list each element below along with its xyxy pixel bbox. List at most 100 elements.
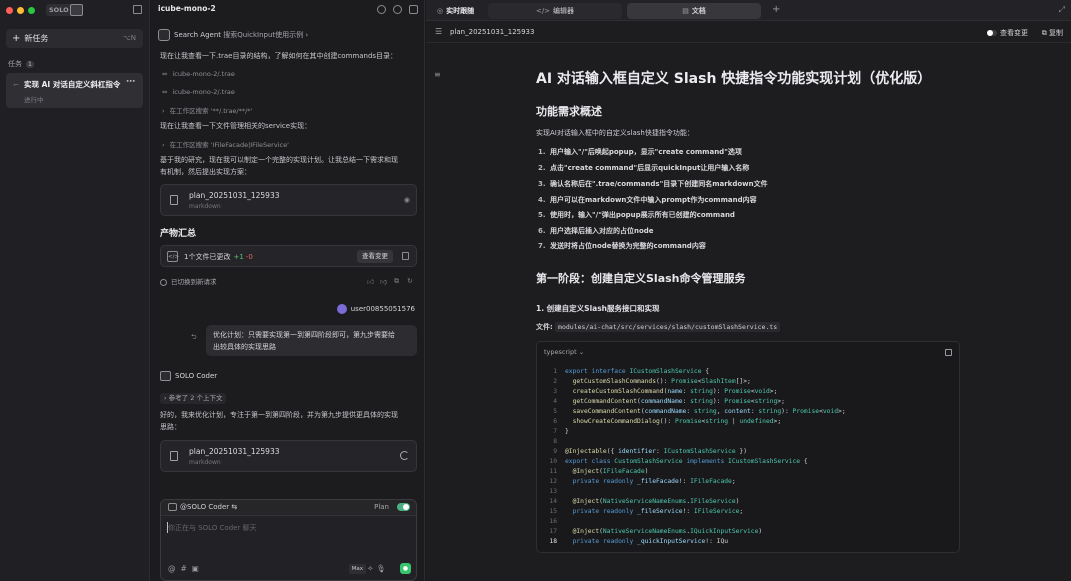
tool-step-text: icube-mono-2/.trae [172, 88, 235, 96]
list-item: 3. 确认名称后在".trae/commands"目录下创建同名markdown文… [538, 179, 768, 189]
tab-live-follow[interactable]: ◎ 实时跟随 [429, 3, 484, 19]
new-task-shortcut: ⌥N [122, 34, 136, 42]
file-label: 文件: [536, 323, 553, 331]
code-text: getCustomSlashCommands(): Promise<SlashI… [565, 378, 751, 385]
chat-input[interactable]: 你正在与 SOLO Coder 聊天 [168, 523, 257, 533]
toggle-sidebar-icon[interactable] [133, 5, 142, 14]
thumbs-down-icon[interactable]: 👎︎ [380, 277, 387, 286]
tool-step[interactable]: › 在工作区搜索 'IFileFacade|IFileService' [162, 139, 289, 149]
copy-doc-label: 复制 [1049, 29, 1063, 37]
plan-mode-toggle[interactable] [397, 503, 410, 511]
add-tab-icon[interactable]: + [772, 4, 780, 15]
max-mode-badge[interactable]: Max [348, 564, 366, 574]
solo-mode-icon[interactable] [70, 4, 83, 16]
thumbs-up-icon[interactable]: 👍︎ [367, 277, 374, 286]
changes-summary: </> 1个文件已更改 +1 -0 查看变更 [160, 245, 417, 267]
switched-text: 已切换到新请求 [171, 278, 217, 286]
eye-icon[interactable]: ◉ [404, 196, 410, 204]
list-number: 7. [538, 242, 546, 250]
request-switched-note: 已切换到新请求 [160, 276, 217, 286]
tab-document[interactable]: ▤ 文档 [627, 3, 761, 19]
menu-icon[interactable]: ☰ [435, 27, 442, 36]
copy-doc-button[interactable]: ⧉ 复制 [1042, 28, 1063, 38]
file-path: modules/ai-chat/src/services/slash/custo… [555, 322, 781, 332]
more-options-icon[interactable]: ⋯ [126, 77, 135, 87]
line-number: 7 [553, 428, 557, 435]
share-icon[interactable] [377, 5, 386, 14]
plan-file-card[interactable]: plan_20251031_125933 markdown ◉ [160, 184, 417, 216]
history-icon[interactable] [409, 5, 418, 14]
line-number: 11 [549, 468, 557, 475]
list-item-text: 用户可以在markdown文件中输入prompt作为command内容 [550, 196, 757, 204]
language-selector[interactable]: typescript ⌄ [544, 348, 584, 356]
task-item[interactable]: ⌐ 实现 AI 对话自定义斜杠指令 进行中 ⋯ [6, 73, 143, 108]
line-number: 9 [553, 448, 557, 455]
tool-step[interactable]: › 在工作区搜索 '**/.trae/**/*' [162, 105, 252, 115]
agent-icon [168, 503, 177, 511]
copy-code-icon[interactable] [945, 349, 952, 356]
changes-count: 1个文件已更改 [184, 253, 231, 261]
context-reference[interactable]: › 参考了 2 个上下文 [160, 393, 227, 404]
view-changes-button[interactable]: 查看变更 [357, 250, 393, 263]
image-icon[interactable]: ▣ [192, 564, 204, 573]
solo-coder-avatar [160, 371, 171, 381]
undo-icon[interactable]: ⮌ [191, 333, 197, 344]
hashtag-icon[interactable]: # [181, 564, 192, 573]
line-number: 5 [553, 408, 557, 415]
agent-selector[interactable]: @SOLO Coder ⇆ [168, 503, 237, 511]
list-item-text: 确认名称后在".trae/commands"目录下创建同名markdown文件 [550, 180, 768, 188]
line-number: 13 [549, 488, 557, 495]
tab-editor[interactable]: </> 编辑器 [488, 3, 622, 19]
code-text: private readonly _quickInputService!: IQ… [565, 538, 729, 545]
plus-icon: + [12, 33, 21, 44]
minimize-window-button[interactable] [17, 7, 24, 14]
close-window-button[interactable] [6, 7, 13, 14]
deletions-count: -0 [245, 253, 253, 261]
tab-label: 实时跟随 [446, 7, 475, 15]
agent-selector-label: @SOLO Coder [180, 503, 230, 511]
link-icon: ⇔ [162, 88, 168, 96]
view-changes-toggle[interactable]: 查看变更 [987, 28, 1028, 38]
list-item-text: 用户选择后插入对应的占位node [550, 227, 654, 235]
refresh-icon[interactable]: ↻ [407, 277, 413, 285]
microphone-icon[interactable]: 🎙︎ [376, 564, 389, 573]
app-window: SOLO + 新任务 ⌥N 任务 1 ⌐ 实现 AI 对话自定义斜杠指令 进行中 ⋯… [0, 0, 1071, 581]
user-avatar [336, 304, 347, 314]
expand-icon[interactable]: ⤢ [1059, 5, 1065, 15]
plan-file-card[interactable]: plan_20251031_125933 markdown [160, 440, 417, 472]
new-task-button[interactable]: + 新任务 ⌥N [6, 29, 143, 48]
solo-badge[interactable]: SOLO [46, 4, 72, 16]
copy-icon[interactable] [402, 252, 409, 260]
document-toolbar: ☰ plan_20251031_125933 查看变更 ⧉ 复制 [426, 22, 1071, 43]
settings-icon[interactable] [393, 5, 402, 14]
mention-icon[interactable]: @ [168, 564, 181, 573]
maximize-window-button[interactable] [28, 7, 35, 14]
list-number: 5. [538, 211, 546, 219]
tool-step[interactable]: ⇔ icube-mono-2/.trae [162, 70, 235, 78]
assistant-message-cont: 有机制，然后提出实现方案： [160, 168, 251, 176]
assistant-message: 好的，我来优化计划，专注于第一到第四阶段，并为第九步提供更具体的实现 [160, 411, 398, 419]
subsection-heading: 1. 创建自定义Slash服务接口和实现 [536, 304, 660, 313]
list-number: 1. [538, 148, 546, 156]
send-button[interactable]: ● [400, 563, 411, 574]
username: user00855051576 [350, 305, 415, 313]
follow-icon: ◎ [437, 7, 444, 15]
list-item: 5. 使用时，输入"/"弹出popup展示所有已创建的command [538, 210, 735, 220]
outline-icon[interactable]: ≡ [434, 70, 441, 79]
line-number: 14 [549, 498, 557, 505]
toggle-switch[interactable] [987, 30, 997, 36]
tool-step-text: icube-mono-2/.trae [172, 70, 235, 78]
code-text: @Inject(NativeServiceNameEnums.IFileServ… [565, 498, 740, 505]
chat-input-box: @SOLO Coder ⇆ Plan 你正在与 SOLO Coder 聊天 @#… [160, 499, 417, 581]
loading-spinner-icon [400, 451, 409, 460]
file-icon [170, 195, 178, 205]
tool-step[interactable]: ⇔ icube-mono-2/.trae [162, 88, 235, 96]
swap-icon: ⇆ [231, 503, 238, 511]
line-number: 10 [549, 458, 557, 465]
copy-message-icon[interactable]: ⧉ [394, 277, 399, 286]
tool-step-text: 在工作区搜索 '**/.trae/**/*' [169, 107, 253, 115]
code-text: getCommandContent(commandName: string): … [565, 398, 785, 405]
agent-step[interactable]: Search Agent 搜索QuickInput使用示例 › [158, 29, 308, 41]
new-task-label: 新任务 [24, 34, 49, 43]
code-text: createCustomSlashCommand(name: string): … [565, 388, 778, 395]
